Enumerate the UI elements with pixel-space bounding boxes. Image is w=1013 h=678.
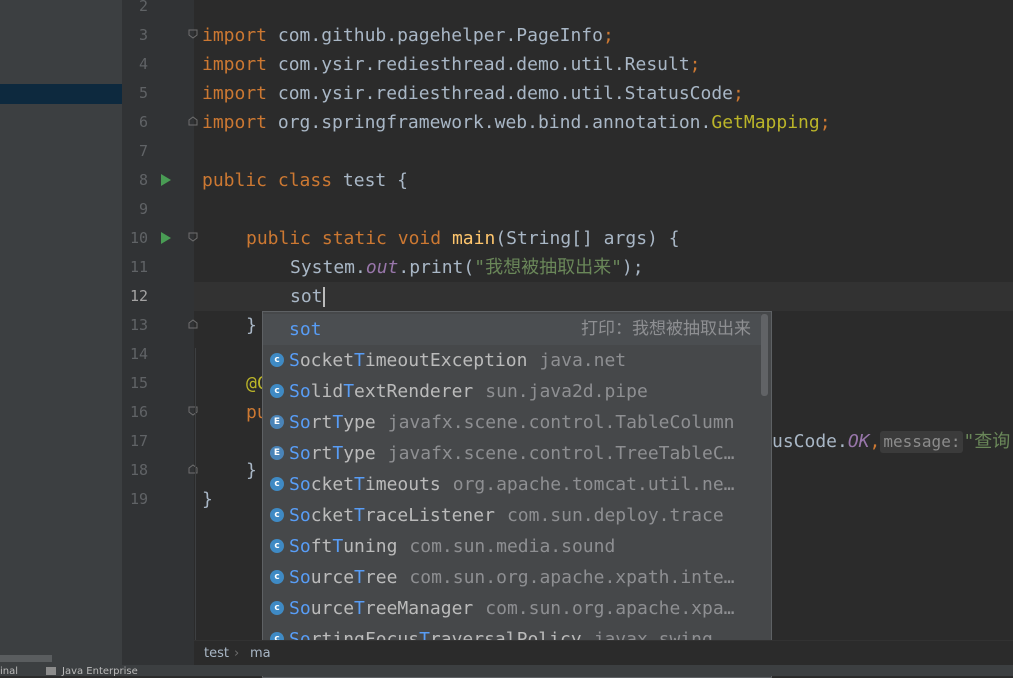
line-number: 9 [138,200,148,218]
completion-item-name: SoftTuning com.sun.media.sound [289,536,616,557]
code-line-3: import com.github.pagehelper.PageInfo; [202,25,614,46]
run-main-icon[interactable] [161,232,171,244]
completion-item[interactable]: c SoftTuning com.sun.media.sound [263,531,761,562]
line-number: 18 [129,461,148,479]
code-line-12: sot [290,282,325,311]
completion-item-package: sun.java2d.pipe [485,381,648,402]
completion-item-name: SocketTimeouts org.apache.tomcat.util.ne… [289,474,735,495]
completion-item-package: org.apache.tomcat.util.ne… [452,474,735,495]
code-line-17: usCode.OK, message: "查询 [772,431,1011,453]
horizontal-scrollbar[interactable] [0,655,52,662]
line-number: 14 [129,345,148,363]
fold-end-icon[interactable] [188,464,198,474]
class-icon: c [270,539,284,553]
completion-item-package: javafx.scene.control.TreeTableC… [387,443,735,464]
completion-item-name: SourceTreeManager com.sun.org.apache.xpa… [289,598,735,619]
breadcrumb-method[interactable]: ma [250,641,271,666]
completion-item-name: SortType javafx.scene.control.TreeTableC… [289,443,735,464]
line-number: 13 [129,316,148,334]
completion-item[interactable]: c SourceTree com.sun.org.apache.xpath.inte… [263,562,761,593]
completion-item[interactable]: c SocketTimeouts org.apache.tomcat.util.ne… [263,469,761,500]
line-number: 2 [138,0,148,15]
code-line-19: } [202,489,213,510]
completion-item[interactable]: c SourceTreeManager com.sun.org.apache.xpa… [263,593,761,624]
line-number: 19 [129,490,148,508]
completion-popup: sot 打印：我想被抽取出来 c SocketTimeoutException ja… [262,311,772,678]
breadcrumb-separator: › [234,646,240,661]
completion-item-package: javafx.scene.control.TableColumn [387,412,735,433]
fold-end-icon[interactable] [188,319,198,329]
line-number: 6 [138,113,148,131]
line-number: 4 [138,55,148,73]
enum-icon: E [270,415,284,429]
breadcrumb-class[interactable]: test [204,641,229,666]
fold-start-icon[interactable] [188,406,198,416]
code-line-10: public static void main(String[] args) { [246,228,680,249]
class-icon: c [270,570,284,584]
class-icon: c [270,477,284,491]
terminal-tab[interactable]: inal [0,666,18,676]
line-number: 3 [138,26,148,44]
fold-end-icon[interactable] [188,116,198,126]
code-line-5: import com.ysir.rediesthread.demo.util.S… [202,83,744,104]
breadcrumb: test › ma [194,640,1013,666]
code-line-11: System.out.print("我想被抽取出来"); [290,257,644,278]
completion-scrollbar[interactable] [761,314,768,396]
line-number: 16 [129,403,148,421]
completion-item[interactable]: E SortType javafx.scene.control.TreeTableC… [263,438,761,469]
text-caret [322,287,325,307]
tool-window-bar: inal Java Enterprise [0,665,1013,676]
indent-guide [195,348,196,640]
completion-item-package: com.sun.org.apache.xpa… [485,598,735,619]
completion-item[interactable]: E SortType javafx.scene.control.TableColum… [263,407,761,438]
line-number: 15 [129,374,148,392]
typed-text: sot [290,286,323,307]
line-number: 17 [129,432,148,450]
completion-item-name: SourceTree com.sun.org.apache.xpath.inte… [289,567,735,588]
fold-start-icon[interactable] [188,232,198,242]
class-icon: c [270,601,284,615]
completion-item[interactable]: c SocketTraceListener com.sun.deploy.trace [263,500,761,531]
line-number: 11 [129,258,148,276]
code-line-18: } [246,460,257,481]
selected-project-row[interactable] [0,84,122,104]
completion-item[interactable]: c SocketTimeoutException java.net [263,345,761,376]
completion-item-name: SolidTextRenderer sun.java2d.pipe [289,381,648,402]
project-tool-window [0,0,122,665]
completion-item-package: com.sun.media.sound [409,536,616,557]
fold-start-icon[interactable] [188,29,198,39]
enum-icon: E [270,446,284,460]
completion-item-package: com.sun.deploy.trace [506,505,724,526]
parameter-hint: message: [880,431,964,453]
line-number: 12 [129,287,148,305]
completion-item[interactable]: c SolidTextRenderer sun.java2d.pipe [263,376,761,407]
line-number: 7 [138,142,148,160]
code-line-4: import com.ysir.rediesthread.demo.util.R… [202,54,701,75]
code-line-6: import org.springframework.web.bind.anno… [202,112,831,133]
line-number: 10 [129,229,148,247]
code-line-13: } [246,315,257,336]
class-icon: c [270,508,284,522]
completion-item-package: com.sun.org.apache.xpath.inte… [409,567,735,588]
line-number: 8 [138,171,148,189]
java-enterprise-icon [46,667,56,675]
completion-item-name: SocketTimeoutException java.net [289,350,627,371]
class-icon: c [270,384,284,398]
completion-item-package: java.net [539,350,627,371]
completion-item-live-template[interactable]: sot 打印：我想被抽取出来 [263,314,761,345]
completion-item-name: SortType javafx.scene.control.TableColumn [289,412,735,433]
code-line-8: public class test { [202,170,408,191]
completion-item-name: SocketTraceListener com.sun.deploy.trace [289,505,724,526]
java-enterprise-tab[interactable]: Java Enterprise [62,666,138,676]
class-icon: c [270,353,284,367]
run-class-icon[interactable] [161,174,171,186]
line-number: 5 [138,84,148,102]
